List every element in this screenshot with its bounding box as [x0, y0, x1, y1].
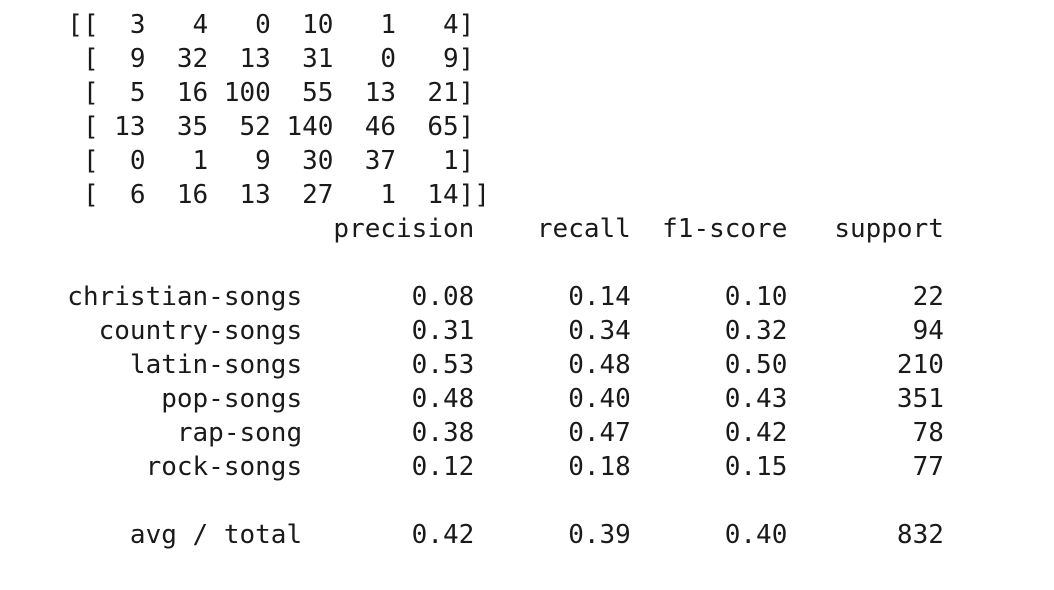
confusion-matrix-row: [[ 3 4 0 10 1 4]: [36, 10, 475, 40]
report-row-country-songs: country-songs 0.31 0.34 0.32 94: [36, 316, 944, 346]
confusion-matrix-row: [ 6 16 13 27 1 14]]: [36, 180, 490, 210]
confusion-matrix-row: [ 13 35 52 140 46 65]: [36, 112, 475, 142]
confusion-matrix-row: [ 0 1 9 30 37 1]: [36, 146, 475, 176]
report-header: precision recall f1-score support: [36, 214, 944, 244]
confusion-matrix-row: [ 5 16 100 55 13 21]: [36, 78, 475, 108]
report-row-avg-total: avg / total 0.42 0.39 0.40 832: [36, 520, 944, 550]
report-row-rap-song: rap-song 0.38 0.47 0.42 78: [36, 418, 944, 448]
confusion-matrix-row: [ 9 32 13 31 0 9]: [36, 44, 475, 74]
report-row-christian-songs: christian-songs 0.08 0.14 0.10 22: [36, 282, 944, 312]
report-row-rock-songs: rock-songs 0.12 0.18 0.15 77: [36, 452, 944, 482]
console-output: [[ 3 4 0 10 1 4] [ 9 32 13 31 0 9] [ 5 1…: [36, 8, 944, 552]
report-row-pop-songs: pop-songs 0.48 0.40 0.43 351: [36, 384, 944, 414]
report-row-latin-songs: latin-songs 0.53 0.48 0.50 210: [36, 350, 944, 380]
